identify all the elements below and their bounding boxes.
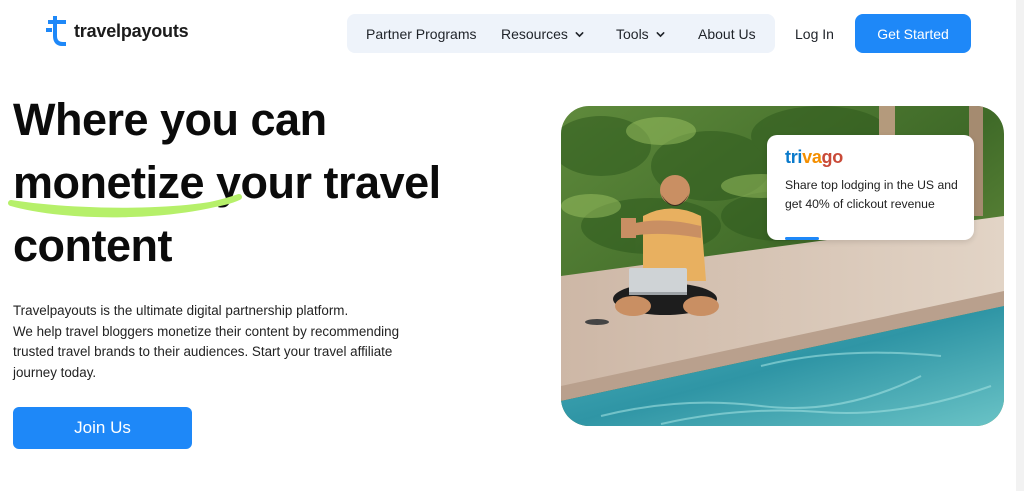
trivago-promo-card[interactable]: tri va go Share top lodging in the US and … <box>767 135 974 240</box>
get-started-button[interactable]: Get Started <box>855 14 971 53</box>
description-line: journey today. <box>13 364 97 380</box>
nav-partner-programs-label: Partner Programs <box>366 26 477 42</box>
description-line: trusted travel brands to their audiences… <box>13 344 393 359</box>
headline-line-1: Where you can <box>13 94 327 145</box>
trivago-logo: tri va go <box>785 147 843 167</box>
travelpayouts-logo[interactable]: travelpayouts <box>44 14 189 48</box>
hero-headline: Where you can monetize your travel conte… <box>8 88 533 277</box>
headline-line-3: content <box>13 220 173 271</box>
hero-description: Travelpayouts is the ultimate digital pa… <box>13 301 433 383</box>
nav-partner-programs[interactable]: Partner Programs <box>366 26 476 42</box>
main-nav: Partner Programs Resources Tools About U… <box>347 14 775 53</box>
promo-progress-bar <box>785 237 819 240</box>
nav-tools-label: Tools <box>616 26 649 42</box>
nav-about-us[interactable]: About Us <box>698 26 756 42</box>
brand-name: travelpayouts <box>74 20 189 41</box>
chevron-down-icon <box>575 31 584 37</box>
description-line: We help travel bloggers monetize their c… <box>13 323 400 339</box>
page-edge <box>1016 0 1024 491</box>
join-us-button[interactable]: Join Us <box>13 407 192 449</box>
login-link[interactable]: Log In <box>795 26 834 42</box>
nav-tools[interactable]: Tools <box>616 26 665 42</box>
promo-card-text: Share top lodging in the US and get 40% … <box>785 178 958 211</box>
description-line: Travelpayouts is the ultimate digital pa… <box>13 303 349 318</box>
chevron-down-icon <box>656 31 665 37</box>
nav-about-us-label: About Us <box>698 26 756 42</box>
headline-highlight-word: monetize <box>8 151 242 218</box>
headline-line-2: monetize your travel <box>8 151 533 218</box>
nav-resources-label: Resources <box>501 26 568 42</box>
nav-resources[interactable]: Resources <box>501 26 584 42</box>
travelpayouts-logo-icon <box>46 16 66 46</box>
